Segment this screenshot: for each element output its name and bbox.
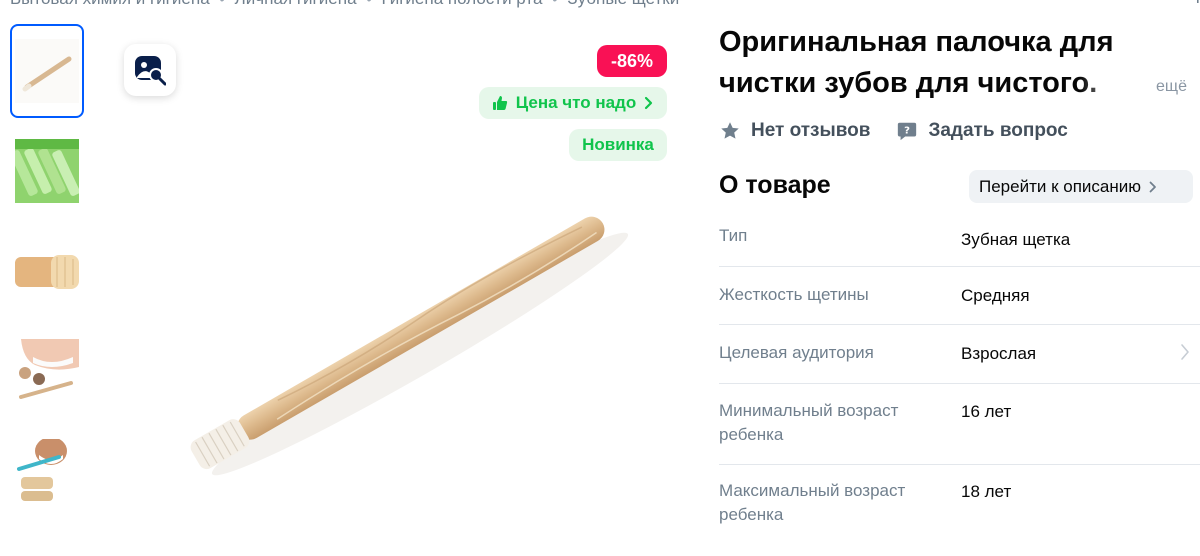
spec-value: Зубная щетка bbox=[961, 230, 1071, 249]
reviews-link[interactable]: Нет отзывов bbox=[719, 120, 870, 142]
image-search-button[interactable] bbox=[124, 44, 176, 96]
thumbnail-3[interactable] bbox=[10, 224, 84, 318]
spec-divider bbox=[719, 266, 1200, 267]
breadcrumb-item[interactable]: Гигиена полости рта bbox=[381, 0, 542, 9]
spec-divider bbox=[719, 464, 1200, 465]
spec-value: Средняя bbox=[961, 286, 1030, 305]
svg-text:?: ? bbox=[905, 125, 911, 136]
thumbnail-image bbox=[15, 439, 79, 503]
product-main-image[interactable] bbox=[140, 174, 680, 484]
breadcrumb-separator: • bbox=[220, 0, 225, 7]
thumbnail-5[interactable] bbox=[10, 424, 84, 518]
chevron-right-icon bbox=[645, 96, 653, 110]
spec-value: 18 лет bbox=[961, 482, 1012, 501]
spec-label: Тип bbox=[719, 226, 748, 245]
chevron-right-icon bbox=[1149, 181, 1156, 192]
goto-description-label: Перейти к описанию bbox=[979, 176, 1141, 196]
spec-value: 16 лет bbox=[961, 402, 1012, 421]
breadcrumb-item[interactable]: Личная гигиена bbox=[235, 0, 357, 9]
star-icon bbox=[721, 122, 739, 139]
product-gallery: -86% Цена что надо Новинка bbox=[100, 24, 690, 544]
thumbnail-image bbox=[15, 39, 79, 103]
product-meta-row: Нет отзывов ? Задать вопрос bbox=[719, 120, 1068, 142]
title-more-link[interactable]: ещё bbox=[1156, 78, 1187, 96]
header-right-text[interactable]: Ч bbox=[1189, 0, 1200, 8]
reviews-label: Нет отзывов bbox=[751, 120, 871, 141]
thumbs-up-icon bbox=[492, 96, 507, 110]
thumbnail-4[interactable] bbox=[10, 324, 84, 418]
title-fade-overlay bbox=[1080, 63, 1160, 104]
question-bubble-icon: ? bbox=[898, 122, 917, 141]
about-section-title: О товаре bbox=[719, 171, 831, 199]
spec-label: Целевая аудитория bbox=[719, 343, 874, 362]
good-price-label: Цена что надо bbox=[515, 93, 637, 112]
image-search-icon bbox=[135, 56, 166, 86]
thumbnail-image bbox=[15, 239, 79, 303]
spec-label: Минимальный возраст ребенка bbox=[719, 401, 899, 444]
thumbnail-1[interactable] bbox=[10, 24, 84, 118]
spec-divider bbox=[719, 324, 1200, 325]
spec-divider bbox=[719, 383, 1200, 384]
breadcrumb-separator: • bbox=[367, 0, 372, 7]
goto-description-button[interactable]: Перейти к описанию bbox=[969, 170, 1193, 203]
breadcrumb-item[interactable]: Зубные щетки bbox=[567, 0, 679, 9]
breadcrumb-item[interactable]: Бытовая химия и гигиена bbox=[10, 0, 210, 9]
chevron-right-icon bbox=[1181, 344, 1189, 360]
good-price-badge[interactable]: Цена что надо bbox=[479, 87, 667, 119]
thumbnail-2[interactable] bbox=[10, 124, 84, 218]
question-label: Задать вопрос bbox=[928, 120, 1068, 141]
spec-label: Жесткость щетины bbox=[719, 285, 869, 304]
new-badge: Новинка bbox=[569, 129, 667, 161]
thumbnail-image bbox=[15, 139, 79, 203]
breadcrumb-separator: • bbox=[552, 0, 557, 7]
spec-value: Взрослая bbox=[961, 344, 1037, 363]
breadcrumb: Бытовая химия и гигиена • Личная гигиена… bbox=[10, 0, 679, 10]
thumbnail-image bbox=[15, 339, 79, 403]
ask-question-link[interactable]: ? Задать вопрос bbox=[896, 120, 1068, 142]
spec-label: Максимальный возраст ребенка bbox=[719, 481, 906, 524]
discount-badge: -86% bbox=[597, 45, 667, 77]
